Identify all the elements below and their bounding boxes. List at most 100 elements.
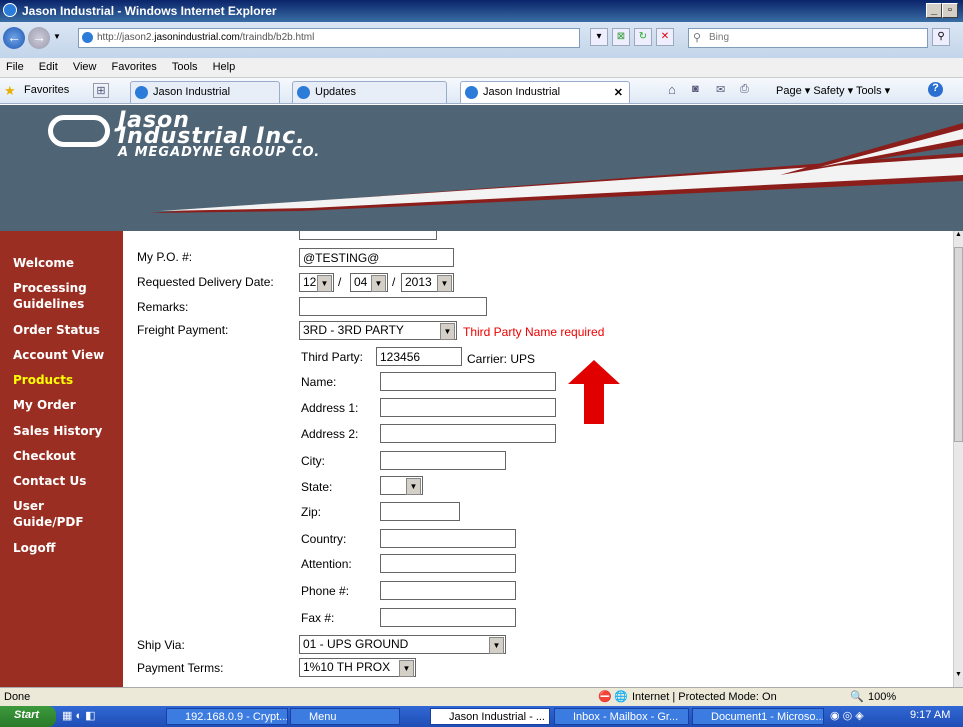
sidebar-item-contact-us[interactable]: Contact Us [13, 473, 86, 489]
sidebar-item-products[interactable]: Products [13, 372, 73, 388]
zip-input[interactable] [380, 502, 460, 521]
address2-label: Address 2: [301, 427, 359, 441]
sidebar-item-account-view[interactable]: Account View [13, 347, 104, 363]
tab-jason-industrial-1[interactable]: Jason Industrial [130, 81, 280, 103]
sidebar-item-sales-history[interactable]: Sales History [13, 423, 102, 439]
page-icon [82, 32, 93, 43]
stop-icon[interactable]: ✕ [656, 28, 674, 46]
zoom-icon[interactable]: 🔍 [850, 690, 864, 703]
date-sep: / [392, 275, 396, 289]
menu-tools[interactable]: Tools [172, 61, 198, 73]
scroll-thumb[interactable] [954, 247, 963, 442]
remarks-label: Remarks: [137, 300, 189, 314]
scroll-up-icon[interactable]: ▲ [954, 231, 963, 243]
protected-mode-icon: ⛔ [598, 691, 612, 703]
compatibility-icon[interactable]: ⊠ [612, 28, 630, 46]
remarks-input[interactable] [299, 297, 487, 316]
third-party-input[interactable]: 123456 [376, 347, 462, 366]
home-icon[interactable]: ⌂ [668, 82, 676, 97]
country-input[interactable] [380, 529, 516, 548]
tab-label: Jason Industrial [153, 86, 231, 98]
favorites-button[interactable]: Favorites [24, 84, 69, 96]
sidebar-item-logoff[interactable]: Logoff [13, 540, 55, 556]
status-bar: Done ⛔ 🌐 Internet | Protected Mode: On 🔍… [0, 687, 963, 706]
task-menu[interactable]: Menu [290, 708, 400, 725]
red-arrow-annotation [568, 360, 620, 424]
sidebar-item-welcome[interactable]: Welcome [13, 255, 74, 271]
search-go-icon[interactable]: ⚲ [932, 28, 950, 46]
state-select[interactable] [380, 476, 423, 495]
scroll-down-icon[interactable]: ▼ [954, 671, 963, 683]
minimize-icon[interactable]: _ [926, 3, 942, 18]
address1-input[interactable] [380, 398, 556, 417]
address1-label: Address 1: [301, 401, 359, 415]
task-inbox[interactable]: Inbox - Mailbox - Gr... [554, 708, 689, 725]
refresh-icon[interactable]: ↻ [634, 28, 652, 46]
po-input[interactable]: @TESTING@ [299, 248, 454, 267]
help-icon[interactable]: ? [928, 82, 943, 97]
delivery-day-select[interactable]: 04 [350, 273, 388, 292]
star-icon: ★ [4, 83, 16, 98]
freight-error-message: Third Party Name required [463, 325, 605, 339]
menu-file[interactable]: File [6, 61, 24, 73]
freight-payment-select[interactable]: 3RD - 3RD PARTY [299, 321, 457, 340]
close-tab-icon[interactable]: ✕ [614, 86, 623, 99]
tab-label: Updates [315, 86, 356, 98]
status-text: Done [4, 691, 31, 703]
ship-via-label: Ship Via: [137, 638, 185, 652]
command-menus[interactable]: Page ▾ Safety ▾ Tools ▾ [776, 84, 890, 97]
name-input[interactable] [380, 372, 556, 391]
address-input[interactable]: http://jason2.jasonindustrial.com/traind… [78, 28, 580, 48]
tab-jason-industrial-active[interactable]: Jason Industrial ✕ [460, 81, 630, 103]
vertical-scrollbar[interactable]: ▲ ▼ [953, 231, 963, 687]
ie-tab-icon [465, 86, 478, 99]
payment-terms-select[interactable]: 1%10 TH PROX [299, 658, 416, 677]
forward-icon[interactable]: → [28, 27, 50, 49]
url-dropdown-icon[interactable]: ▾ [590, 28, 608, 46]
print-icon[interactable]: ⎙ [740, 83, 749, 96]
sidebar-item-processing-guidelines[interactable]: Processing Guidelines [13, 280, 93, 312]
delivery-month-select[interactable]: 12 [299, 273, 334, 292]
quicklaunch-icon[interactable]: ▦ ◐ ◧ [62, 709, 96, 722]
back-icon[interactable]: ← [3, 27, 25, 49]
fax-input[interactable] [380, 608, 516, 627]
task-document1[interactable]: Document1 - Microso... [692, 708, 824, 725]
delivery-year-select[interactable]: 2013 [401, 273, 454, 292]
sidebar-item-checkout[interactable]: Checkout [13, 448, 76, 464]
history-dropdown-icon[interactable]: ▼ [53, 32, 61, 41]
quick-tabs-icon[interactable]: ⊞ [93, 83, 109, 98]
freight-payment-label: Freight Payment: [137, 323, 229, 337]
task-crypt[interactable]: 192.168.0.9 - Crypt... [166, 708, 288, 725]
tab-updates[interactable]: Updates [292, 81, 447, 103]
mail-icon[interactable]: ✉ [716, 83, 725, 96]
internet-zone-icon: 🌐 [614, 691, 628, 703]
sidebar-item-order-status[interactable]: Order Status [13, 322, 100, 338]
restore-icon[interactable]: ▫ [942, 3, 958, 18]
phone-input[interactable] [380, 581, 516, 600]
menu-help[interactable]: Help [213, 61, 236, 73]
address-toolbar: ← → ▼ http://jason2.jasonindustrial.com/… [0, 22, 963, 58]
address2-input[interactable] [380, 424, 556, 443]
security-zone[interactable]: Internet | Protected Mode: On [632, 691, 777, 703]
task-jason-industrial[interactable]: Jason Industrial - ... [430, 708, 550, 725]
city-label: City: [301, 454, 325, 468]
phone-clipped-field[interactable] [299, 231, 437, 240]
ship-via-select[interactable]: 01 - UPS GROUND [299, 635, 506, 654]
search-input[interactable]: ⚲ Bing [688, 28, 928, 48]
ie-icon [3, 3, 17, 17]
feeds-icon[interactable]: ◙ [692, 83, 699, 95]
start-button[interactable]: Start [0, 706, 56, 727]
ie-tab-icon [297, 86, 310, 99]
zoom-level[interactable]: 100% [868, 691, 896, 703]
attention-input[interactable] [380, 554, 516, 573]
fax-label: Fax #: [301, 611, 335, 625]
menu-edit[interactable]: Edit [39, 61, 58, 73]
menu-favorites[interactable]: Favorites [112, 61, 157, 73]
carrier-text: Carrier: UPS [467, 352, 536, 366]
sidebar-item-my-order[interactable]: My Order [13, 397, 76, 413]
banner-swoosh [150, 123, 963, 213]
sidebar-item-user-guide[interactable]: User Guide/PDF [13, 498, 84, 530]
menu-view[interactable]: View [73, 61, 97, 73]
favorites-bar: ★ Favorites ⊞ Jason Industrial Updates J… [0, 78, 963, 104]
city-input[interactable] [380, 451, 506, 470]
